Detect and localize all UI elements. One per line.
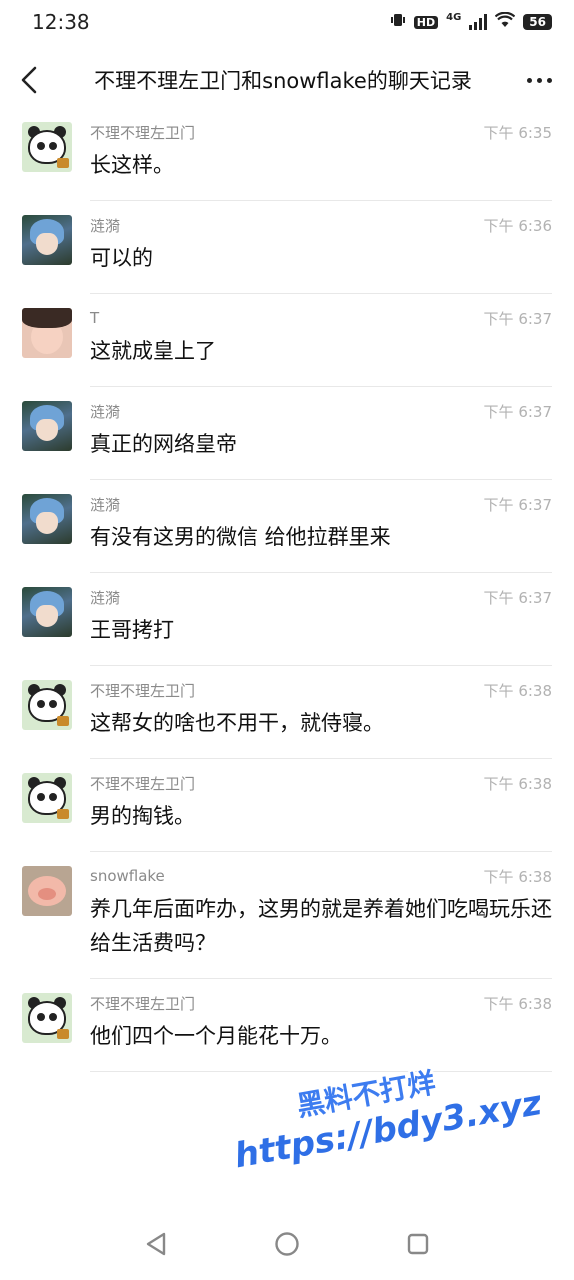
message-text: 他们四个一个月能花十万。 xyxy=(90,1024,342,1048)
system-nav-bar xyxy=(0,1208,574,1280)
message-item[interactable]: 涟漪 下午 6:37 有没有这男的微信 给他拉群里来 xyxy=(0,480,574,573)
avatar[interactable] xyxy=(22,215,72,265)
avatar[interactable] xyxy=(22,993,72,1043)
network-type-label: 4G xyxy=(446,11,462,23)
message-item[interactable]: 涟漪 下午 6:37 真正的网络皇帝 xyxy=(0,387,574,480)
triangle-back-icon xyxy=(146,1232,165,1256)
message-time: 下午 6:37 xyxy=(483,495,552,514)
message-time: 下午 6:38 xyxy=(483,774,552,793)
vibrate-icon xyxy=(390,12,406,32)
sender-name: 涟漪 xyxy=(90,216,121,235)
message-time: 下午 6:38 xyxy=(483,681,552,700)
sender-name: 不理不理左卫门 xyxy=(90,123,196,142)
nav-recents-button[interactable] xyxy=(398,1224,438,1264)
message-text: 这帮女的啥也不用干，就侍寝。 xyxy=(90,711,384,735)
nav-back-button[interactable] xyxy=(136,1224,176,1264)
wifi-icon xyxy=(495,11,516,32)
battery-indicator: 56 xyxy=(523,14,552,30)
message-item[interactable]: 不理不理左卫门 下午 6:38 这帮女的啥也不用干，就侍寝。 xyxy=(0,666,574,759)
message-item[interactable]: T 下午 6:37 这就成皇上了 xyxy=(0,294,574,387)
message-time: 下午 6:37 xyxy=(483,309,552,328)
chat-history-list[interactable]: 不理不理左卫门 下午 6:35 长这样。 涟漪 下午 6:36 可以的 T 下午 6:… xyxy=(0,108,574,1208)
page-title: 不理不理左卫门和snowflake的聊天记录 xyxy=(94,69,472,93)
message-item[interactable]: 不理不理左卫门 下午 6:35 长这样。 xyxy=(0,108,574,201)
message-item[interactable]: 涟漪 下午 6:37 王哥拷打 xyxy=(0,573,574,666)
nav-home-button[interactable] xyxy=(267,1224,307,1264)
avatar[interactable] xyxy=(22,680,72,730)
message-text: 王哥拷打 xyxy=(90,618,174,642)
status-icons: HD 4G 56 xyxy=(390,12,552,32)
message-text: 可以的 xyxy=(90,246,153,270)
avatar[interactable] xyxy=(22,494,72,544)
message-time: 下午 6:36 xyxy=(483,216,552,235)
message-time: 下午 6:35 xyxy=(483,123,552,142)
back-arrow-icon[interactable] xyxy=(16,65,42,95)
avatar[interactable] xyxy=(22,122,72,172)
message-time: 下午 6:38 xyxy=(483,994,552,1013)
avatar[interactable] xyxy=(22,587,72,637)
avatar[interactable] xyxy=(22,773,72,823)
message-text: 长这样。 xyxy=(90,153,174,177)
sender-name: 涟漪 xyxy=(90,588,121,607)
signal-icon xyxy=(469,14,488,30)
square-recents-icon xyxy=(408,1233,429,1255)
avatar[interactable] xyxy=(22,866,72,916)
message-text: 真正的网络皇帝 xyxy=(90,432,237,456)
message-text: 养几年后面咋办，这男的就是养着她们吃喝玩乐还给生活费吗？ xyxy=(90,897,552,955)
message-item[interactable]: snowflake 下午 6:38 养几年后面咋办，这男的就是养着她们吃喝玩乐还给… xyxy=(0,852,574,979)
message-item[interactable]: 不理不理左卫门 下午 6:38 他们四个一个月能花十万。 xyxy=(0,979,574,1072)
message-time: 下午 6:37 xyxy=(483,402,552,421)
more-options-icon[interactable] xyxy=(524,77,554,83)
avatar[interactable] xyxy=(22,401,72,451)
status-bar: 12:38 HD 4G 56 xyxy=(0,0,574,44)
circle-home-icon xyxy=(275,1232,299,1256)
sender-name: 涟漪 xyxy=(90,495,121,514)
message-item[interactable]: 不理不理左卫门 下午 6:38 男的掏钱。 xyxy=(0,759,574,852)
message-time: 下午 6:37 xyxy=(483,588,552,607)
message-item[interactable]: 涟漪 下午 6:36 可以的 xyxy=(0,201,574,294)
message-text: 有没有这男的微信 给他拉群里来 xyxy=(90,525,391,549)
sender-name: 不理不理左卫门 xyxy=(90,681,196,700)
message-text: 男的掏钱。 xyxy=(90,804,195,828)
avatar[interactable] xyxy=(22,308,72,358)
hd-badge: HD xyxy=(413,15,439,29)
message-text: 这就成皇上了 xyxy=(90,339,216,363)
sender-name: 不理不理左卫门 xyxy=(90,774,196,793)
sender-name: T xyxy=(90,309,100,327)
sender-name: snowflake xyxy=(90,867,165,885)
sender-name: 不理不理左卫门 xyxy=(90,994,196,1013)
status-time: 12:38 xyxy=(32,10,90,34)
sender-name: 涟漪 xyxy=(90,402,121,421)
title-bar: 不理不理左卫门和snowflake的聊天记录 xyxy=(0,52,574,108)
message-time: 下午 6:38 xyxy=(483,867,552,886)
